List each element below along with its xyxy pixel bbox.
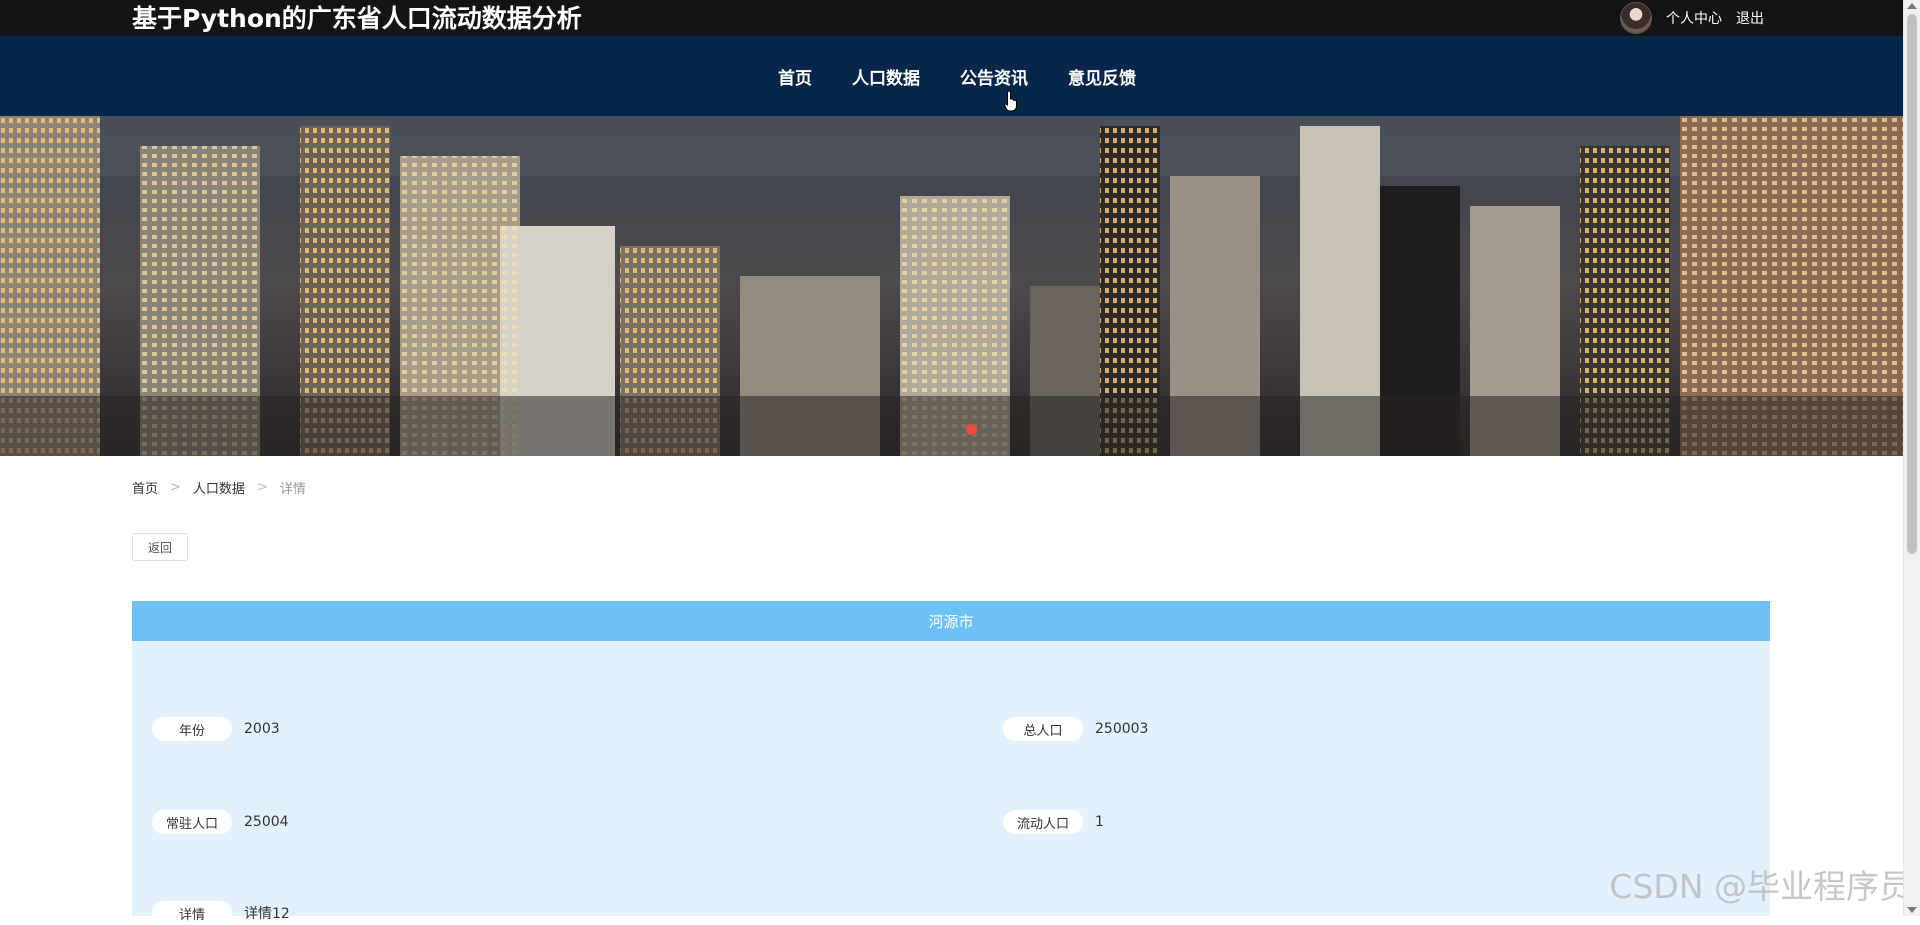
field-floating-population: 流动人口 1 (1003, 810, 1104, 834)
field-details: 详情 详情12 (152, 901, 290, 925)
nav-item-announcements[interactable]: 公告资讯 (960, 64, 1028, 89)
field-label: 流动人口 (1003, 810, 1083, 834)
scroll-up-arrow-icon[interactable] (1907, 3, 1917, 9)
breadcrumb-home[interactable]: 首页 (132, 478, 158, 497)
field-label: 总人口 (1003, 717, 1083, 741)
field-value: 1 (1095, 814, 1104, 830)
main-nav: 首页 人口数据 公告资讯 意见反馈 (0, 36, 1904, 116)
scroll-down-arrow-icon[interactable] (1907, 907, 1917, 913)
field-value: 2003 (244, 721, 280, 737)
avatar[interactable] (1620, 2, 1652, 34)
page-scrollbar[interactable] (1903, 0, 1920, 916)
breadcrumb: 首页 > 人口数据 > 详情 (132, 478, 306, 497)
breadcrumb-separator: > (256, 480, 268, 495)
nav-item-population-data[interactable]: 人口数据 (852, 64, 920, 89)
banner-image (0, 116, 1904, 456)
field-value: 25004 (244, 814, 289, 830)
site-title: 基于Python的广东省人口流动数据分析 (132, 4, 582, 33)
hand-cursor-icon (1004, 90, 1017, 112)
field-total-population: 总人口 250003 (1003, 717, 1148, 741)
scroll-thumb[interactable] (1907, 14, 1917, 554)
field-label: 年份 (152, 717, 232, 741)
nav-item-home[interactable]: 首页 (778, 64, 812, 89)
watermark-text: CSDN @毕业程序员 (1609, 867, 1912, 906)
top-bar: 基于Python的广东省人口流动数据分析 个人中心 退出 (0, 0, 1904, 36)
breadcrumb-separator: > (170, 480, 181, 495)
field-resident-population: 常驻人口 25004 (152, 810, 289, 834)
city-skyline-image (0, 116, 1904, 456)
carousel-indicator-dot[interactable] (966, 424, 977, 435)
breadcrumb-current: 详情 (279, 482, 306, 497)
breadcrumb-population-data[interactable]: 人口数据 (193, 478, 245, 497)
field-label: 详情 (152, 901, 232, 925)
logout-link[interactable]: 退出 (1736, 8, 1764, 28)
user-area: 个人中心 退出 (1620, 2, 1764, 34)
nav-item-feedback[interactable]: 意见反馈 (1068, 64, 1136, 89)
detail-card: 河源市 年份 2003 总人口 250003 常驻人口 25004 流动人口 1… (132, 601, 1770, 925)
field-year: 年份 2003 (152, 717, 280, 741)
detail-title: 河源市 (132, 601, 1770, 641)
field-value: 250003 (1095, 721, 1149, 737)
user-center-link[interactable]: 个人中心 (1666, 8, 1722, 28)
field-value: 详情12 (244, 906, 290, 922)
back-button[interactable]: 返回 (132, 533, 188, 561)
field-label: 常驻人口 (152, 810, 232, 834)
